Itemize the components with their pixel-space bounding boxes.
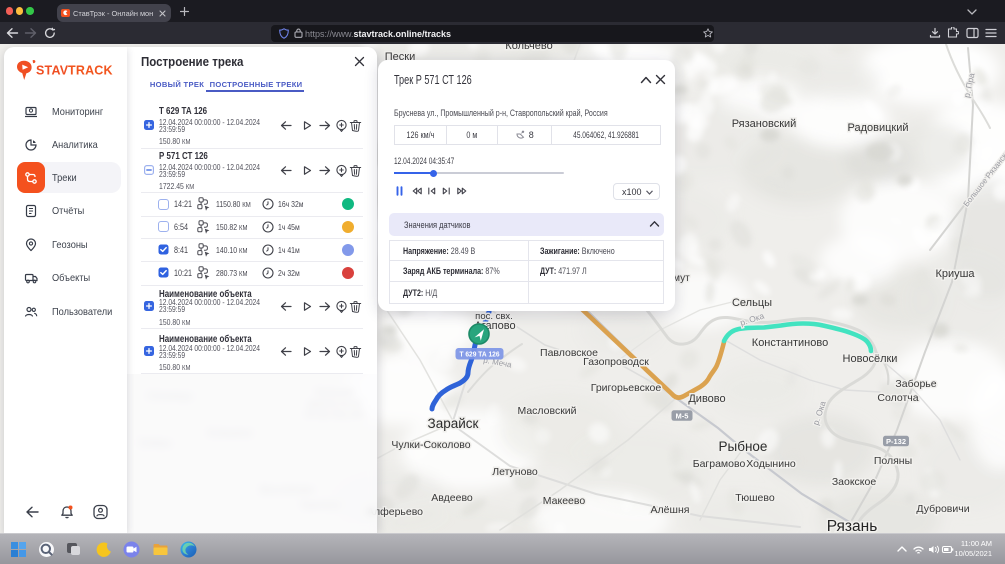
svg-text:Григорьевское: Григорьевское <box>591 382 662 394</box>
svg-text:Криуша: Криуша <box>935 268 975 280</box>
svg-text:Солотча: Солотча <box>877 392 918 404</box>
svg-text:Зарайск: Зарайск <box>428 416 479 431</box>
svg-text:Т 629 ТА 126: Т 629 ТА 126 <box>460 350 500 359</box>
svg-text:Рязань: Рязань <box>827 518 878 534</box>
svg-text:Поляны: Поляны <box>874 455 912 467</box>
svg-text:Дубровичи: Дубровичи <box>916 503 969 515</box>
svg-text:Летуново: Летуново <box>492 466 538 478</box>
svg-text:Радовицкий: Радовицкий <box>847 122 908 134</box>
svg-text:Макеево: Макеево <box>543 495 586 507</box>
svg-text:Тюшево: Тюшево <box>735 492 775 504</box>
svg-text:Баграмово: Баграмово <box>693 458 746 470</box>
svg-text:Рязановский: Рязановский <box>732 118 797 130</box>
svg-text:Газопроводск: Газопроводск <box>583 356 649 368</box>
svg-text:Заборье: Заборье <box>895 378 936 390</box>
svg-text:Чулки-Соколово: Чулки-Соколово <box>391 439 470 451</box>
svg-text:Рыбное: Рыбное <box>719 439 768 454</box>
svg-text:Сельцы: Сельцы <box>732 297 772 309</box>
svg-text:Масловский: Масловский <box>517 405 576 417</box>
svg-text:Заокское: Заокское <box>832 476 877 488</box>
svg-text:Алёшня: Алёшня <box>651 504 690 516</box>
svg-text:Константиново: Константиново <box>752 337 828 349</box>
svg-text:TRACK: TRACK <box>68 64 113 78</box>
svg-text:Авдеево: Авдеево <box>431 492 473 504</box>
svg-text:Р-132: Р-132 <box>886 437 906 446</box>
svg-text:Ходынино: Ходынино <box>746 458 796 470</box>
svg-text:STAV: STAV <box>36 64 69 78</box>
svg-text:Новосёлки: Новосёлки <box>843 353 898 365</box>
svg-text:М-5: М-5 <box>676 411 689 420</box>
svg-text:Дивово: Дивово <box>688 393 725 405</box>
svg-text:Кольчево: Кольчево <box>505 44 552 52</box>
